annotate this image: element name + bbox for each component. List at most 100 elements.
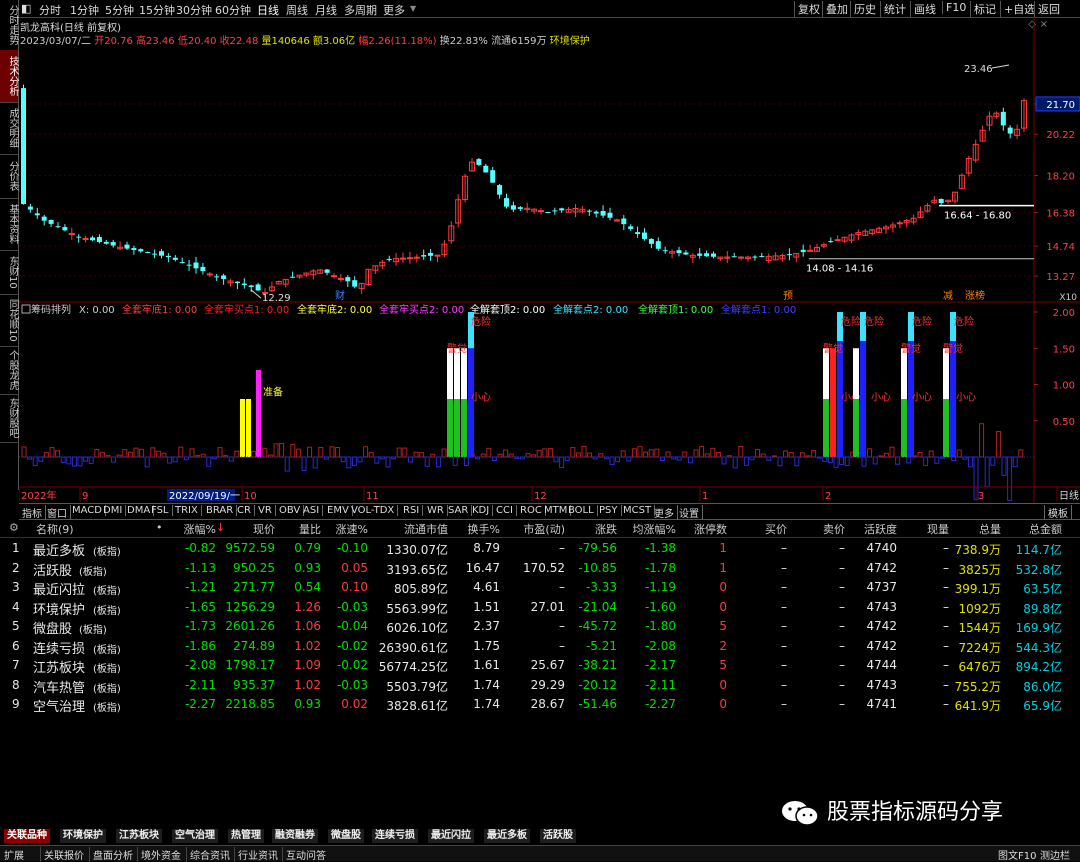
period-10[interactable]: 更多 (383, 2, 405, 18)
toolbar-right-1[interactable]: 叠加 (822, 1, 848, 17)
period-4[interactable]: 30分钟 (176, 2, 212, 18)
toolbar-right-5[interactable]: F10 (942, 1, 966, 14)
period-9[interactable]: 多周期 (344, 2, 377, 18)
column-header-8[interactable]: 涨跌 (595, 521, 617, 537)
column-header-15[interactable]: 总量 (979, 521, 1001, 537)
cell-buy: – (781, 560, 787, 575)
block-tab-5[interactable]: 融资融券 (272, 829, 319, 843)
block-tab-1[interactable]: 环境保护 (60, 829, 107, 843)
column-header-6[interactable]: 换手% (468, 521, 500, 537)
settings-gear-icon[interactable]: ⚙ (9, 521, 19, 534)
event-tag[interactable]: 减 (943, 290, 953, 302)
indicator-tab-24[interactable]: 更多 (651, 505, 678, 520)
column-header-5[interactable]: 流通市值 (404, 521, 448, 537)
indicator-bar-neg (374, 456, 380, 464)
indicator-tab-18[interactable]: CCI (493, 505, 517, 516)
left-tab-3[interactable]: 分价表 (0, 154, 18, 199)
block-tab-8[interactable]: 最近闪拉 (428, 829, 475, 843)
column-header-1[interactable]: 涨幅% (184, 521, 216, 537)
period-3[interactable]: 15分钟 (139, 2, 175, 18)
period-6[interactable]: 日线 (257, 2, 279, 18)
table-row[interactable]: 8 汽车热管 (板指) -2.11 935.37 1.02 -0.03 5503.79亿 1.7… (0, 675, 1080, 696)
left-tab-8[interactable]: 东财股吧 (0, 394, 18, 443)
event-tag[interactable]: 预 (783, 290, 793, 302)
table-row[interactable]: 3 最近闪拉 (板指) -1.21 271.77 0.54 0.10 805.89亿 4.61 –… (0, 577, 1080, 598)
toolbar-right-0[interactable]: 复权 (794, 1, 820, 17)
block-tab-6[interactable]: 微盘股 (328, 829, 365, 843)
cell-act: 4742 (866, 638, 897, 653)
column-header-0[interactable]: 名称(9) (36, 521, 74, 537)
event-tag[interactable]: 涨榜 (965, 289, 985, 302)
event-tag[interactable]: 财 (335, 289, 345, 302)
column-header-12[interactable]: 卖价 (823, 521, 845, 537)
block-tab-10[interactable]: 活跃股 (540, 829, 577, 843)
column-header-11[interactable]: 买价 (765, 521, 787, 537)
indicator-tab-17[interactable]: KDJ (469, 505, 494, 516)
table-row[interactable]: 9 空气治理 (板指) -2.27 2218.85 0.93 0.02 3828.61亿 1.7… (0, 694, 1080, 715)
toolbar-right-8[interactable]: 返回 (1034, 1, 1060, 17)
indicator-tab-25[interactable]: 设置 (676, 505, 703, 520)
indicator-tab-0[interactable]: 指标 (19, 505, 46, 520)
indicator-tab-5[interactable]: FSL (148, 505, 173, 516)
block-tab-9[interactable]: 最近多板 (484, 829, 531, 843)
left-tab-1[interactable]: 技术分析 (0, 50, 18, 103)
indicator-tab-21[interactable]: BOLL (565, 505, 598, 516)
column-header-3[interactable]: 量比 (299, 521, 321, 537)
block-tab-2[interactable]: 江苏板块 (116, 829, 163, 843)
indicator-tab-11[interactable]: ASI (300, 505, 324, 516)
column-header-13[interactable]: 活跃度 (864, 521, 897, 537)
column-header-14[interactable]: 现量 (927, 521, 949, 537)
indicator-checkbox-icon[interactable] (21, 304, 31, 314)
table-row[interactable]: 2 活跃股 (板指) -1.13 950.25 0.93 0.05 3193.65亿 16.47… (0, 558, 1080, 579)
period-7[interactable]: 周线 (286, 2, 308, 18)
indicator-tab-7[interactable]: BRAR (203, 505, 238, 516)
column-header-10[interactable]: 涨停数 (694, 521, 727, 537)
column-header-9[interactable]: 均涨幅% (633, 521, 676, 537)
toolbar-right-6[interactable]: 标记 (970, 1, 996, 17)
indicator-tab-13[interactable]: VOL-TDX (348, 505, 399, 516)
column-header-4[interactable]: 涨速% (336, 521, 368, 537)
indicator-tab-9[interactable]: VR (255, 505, 276, 516)
indicator-tab-3[interactable]: DMI (100, 505, 127, 516)
indicator-tab-template[interactable]: 模板 (1044, 505, 1072, 520)
table-row[interactable]: 5 微盘股 (板指) -1.73 2601.26 1.06 -0.04 6026.10亿 2.3… (0, 616, 1080, 637)
period-1[interactable]: 1分钟 (70, 2, 99, 18)
toolbar-right-2[interactable]: 历史 (850, 1, 876, 17)
indicator-tab-1[interactable]: 窗口 (44, 505, 71, 520)
row-name: 最近闪拉 (33, 583, 86, 598)
kline-chart[interactable]: 21.7020.2218.2016.3814.7413.2721.7016.64… (19, 17, 1080, 503)
period-5[interactable]: 60分钟 (215, 2, 251, 18)
period-2[interactable]: 5分钟 (105, 2, 134, 18)
sidebar-toggle-icon[interactable]: ◧ (21, 2, 31, 15)
indicator-tab-22[interactable]: PSY (596, 505, 622, 516)
block-tab-7[interactable]: 连续亏损 (372, 829, 419, 843)
left-tab-6[interactable]: 同花顺10 (0, 294, 18, 347)
left-tab-0[interactable]: 分时走势 (0, 0, 18, 51)
block-tab-0[interactable]: 关联品种 (4, 829, 51, 843)
column-header-7[interactable]: 市盈(动) (523, 521, 565, 537)
left-tab-2[interactable]: 成交明细 (0, 102, 18, 155)
indicator-tab-14[interactable]: RSI (400, 505, 424, 516)
indicator-bar-neg (60, 456, 66, 464)
toolbar-right-7[interactable]: +自选 (1000, 1, 1035, 17)
indicator-tab-8[interactable]: CR (234, 505, 255, 516)
row-name: 最近多板 (33, 544, 86, 559)
toolbar-right-4[interactable]: 画线 (910, 1, 936, 17)
period-0[interactable]: 分时 (39, 2, 61, 18)
table-row[interactable]: 4 环境保护 (板指) -1.65 1256.29 1.26 -0.03 5563.99亿 1.… (0, 597, 1080, 618)
left-tab-5[interactable]: 东财10 (0, 250, 18, 295)
indicator-tab-6[interactable]: TRIX (172, 505, 202, 516)
left-tab-4[interactable]: 基本资料 (0, 198, 18, 251)
toolbar-right-3[interactable]: 统计 (880, 1, 906, 17)
candle-up (82, 237, 89, 240)
table-row[interactable]: 1 最近多板 (板指) -0.82 9572.59 0.79 -0.10 1330.07亿 8.… (0, 538, 1080, 559)
block-tab-4[interactable]: 热管理 (228, 829, 265, 843)
column-header-16[interactable]: 总金额 (1029, 521, 1062, 537)
indicator-tab-23[interactable]: MCST (620, 505, 656, 516)
table-row[interactable]: 7 江苏板块 (板指) -2.08 1798.17 1.09 -0.02 56774.25亿 1… (0, 655, 1080, 676)
period-8[interactable]: 月线 (315, 2, 337, 18)
block-tab-3[interactable]: 空气治理 (172, 829, 219, 843)
table-row[interactable]: 6 连续亏损 (板指) -1.86 274.89 1.02 -0.02 26390.61亿 1.… (0, 636, 1080, 657)
left-tab-7[interactable]: 个股龙虎 (0, 346, 18, 395)
column-header-2[interactable]: 现价 (253, 521, 275, 537)
